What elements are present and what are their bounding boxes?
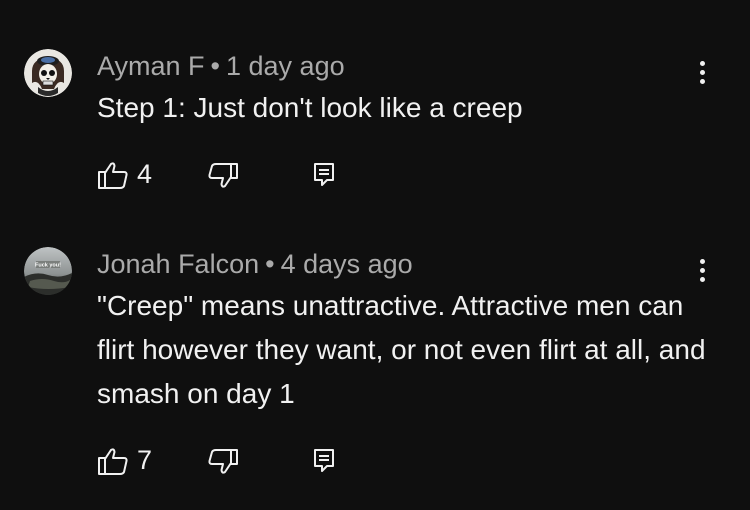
avatar[interactable]: Fuck you! <box>24 247 72 295</box>
avatar[interactable] <box>24 49 72 97</box>
comment-header: Jonah Falcon • 4 days ago <box>97 248 413 280</box>
more-vert-icon <box>700 61 705 66</box>
comment-timestamp[interactable]: 4 days ago <box>281 249 413 279</box>
reply-icon <box>314 449 334 472</box>
reply-icon <box>314 163 334 186</box>
thumb-up-icon <box>98 448 128 475</box>
more-options-button[interactable] <box>690 256 714 286</box>
like-button[interactable]: 7 <box>97 445 167 476</box>
more-vert-icon-dot <box>700 268 705 273</box>
dislike-button[interactable] <box>207 446 241 476</box>
avatar-caption: Fuck you! <box>35 263 61 269</box>
more-vert-icon <box>700 259 705 264</box>
dislike-button[interactable] <box>207 160 241 190</box>
author-name[interactable]: Jonah Falcon <box>97 249 259 279</box>
reply-button[interactable] <box>312 446 336 476</box>
thumb-down-icon <box>208 163 238 188</box>
landscape-avatar-icon: Fuck you! <box>24 247 72 295</box>
comment-text: "Creep" means unattractive. Attractive m… <box>97 290 706 409</box>
thumb-up-icon <box>98 162 128 189</box>
comment-text: Step 1: Just don't look like a creep <box>97 92 523 123</box>
comment-header: Ayman F • 1 day ago <box>97 50 345 82</box>
comment-timestamp[interactable]: 1 day ago <box>226 51 345 81</box>
skull-avatar-icon <box>24 49 72 97</box>
separator-dot: • <box>210 51 220 81</box>
comment-actions: 7 <box>97 445 357 476</box>
separator-dot: • <box>265 249 275 279</box>
author-name[interactable]: Ayman F <box>97 51 205 81</box>
comment-actions: 4 <box>97 159 357 190</box>
thumb-down-icon <box>208 449 238 474</box>
like-button[interactable]: 4 <box>97 159 167 190</box>
more-vert-icon-dot <box>700 277 705 282</box>
more-vert-icon-dot <box>700 70 705 75</box>
reply-button[interactable] <box>312 160 336 190</box>
like-count: 7 <box>137 445 153 475</box>
like-count: 4 <box>137 159 153 189</box>
more-vert-icon-dot <box>700 79 705 84</box>
more-options-button[interactable] <box>690 58 714 88</box>
